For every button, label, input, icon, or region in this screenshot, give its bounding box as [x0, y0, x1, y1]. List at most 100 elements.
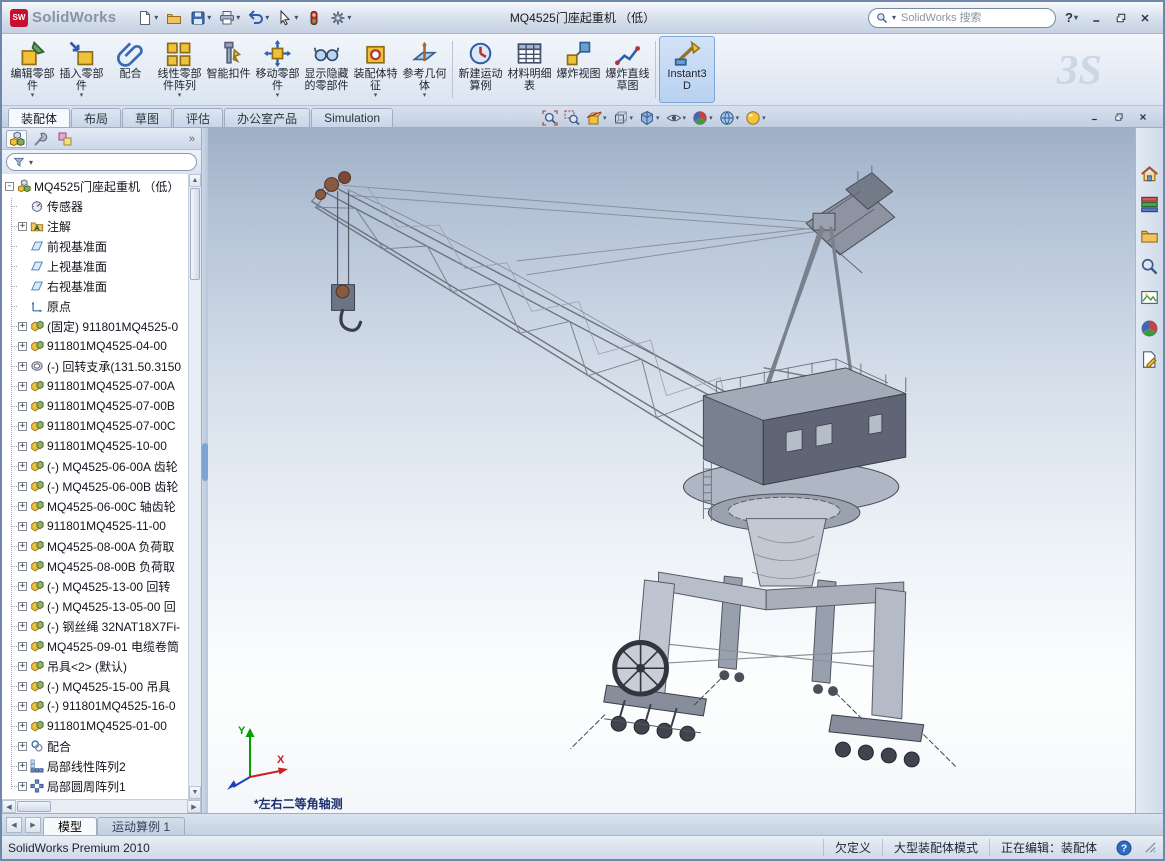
- tree-item[interactable]: +(-) 911801MQ4525-16-0: [5, 696, 188, 716]
- tree-item[interactable]: +(-) MQ4525-13-00 回转: [5, 576, 188, 596]
- document-minimize-button[interactable]: [1086, 109, 1103, 124]
- tree-item[interactable]: 前视基准面: [5, 236, 188, 256]
- tree-root[interactable]: -MQ4525门座起重机 （低）: [5, 176, 188, 196]
- tree-item[interactable]: +MQ4525-09-01 电缆卷筒: [5, 636, 188, 656]
- tab-propertymanager[interactable]: [30, 130, 51, 148]
- search-box[interactable]: ▾: [868, 8, 1056, 28]
- view-orientation-button[interactable]: ▾: [611, 108, 636, 127]
- expand-toggle[interactable]: +: [18, 642, 27, 651]
- tree-item[interactable]: +911801MQ4525-04-00: [5, 336, 188, 356]
- search-input[interactable]: [899, 11, 1048, 25]
- tab-featuremanager[interactable]: [6, 130, 27, 148]
- view-settings-button[interactable]: ▾: [743, 108, 768, 127]
- search-button[interactable]: [1138, 255, 1161, 277]
- zoom-to-area-button[interactable]: [562, 108, 582, 127]
- expand-toggle[interactable]: +: [18, 522, 27, 531]
- display-style-button[interactable]: ▾: [637, 108, 662, 127]
- expand-toggle[interactable]: +: [18, 322, 27, 331]
- assembly-features-button[interactable]: 装配体特征▾: [351, 36, 400, 103]
- tree-item[interactable]: +(-) MQ4525-13-05-00 回: [5, 596, 188, 616]
- expand-toggle[interactable]: +: [18, 482, 27, 491]
- save-button[interactable]: ▾: [187, 6, 214, 30]
- close-button[interactable]: [1135, 9, 1155, 27]
- appearances-scenes-button[interactable]: [1138, 317, 1161, 339]
- search-dropdown-icon[interactable]: ▾: [892, 13, 896, 22]
- expand-toggle[interactable]: +: [18, 362, 27, 371]
- custom-properties-button[interactable]: [1138, 348, 1161, 370]
- tab-scroll-right-button[interactable]: ▶: [25, 817, 41, 833]
- new-document-button[interactable]: ▾: [134, 6, 161, 30]
- zoom-to-fit-button[interactable]: [540, 108, 560, 127]
- tree-item[interactable]: +吊具<2> (默认): [5, 656, 188, 676]
- view-palette-button[interactable]: [1138, 286, 1161, 308]
- expand-toggle[interactable]: +: [18, 402, 27, 411]
- tree-item[interactable]: +配合: [5, 736, 188, 756]
- graphics-viewport[interactable]: Y X *左右二等角轴测: [208, 128, 1135, 813]
- hide-show-items-button[interactable]: ▾: [664, 108, 689, 127]
- tree-item[interactable]: 上视基准面: [5, 256, 188, 276]
- expand-toggle[interactable]: +: [18, 602, 27, 611]
- file-explorer-button[interactable]: [1138, 224, 1161, 246]
- tree-item[interactable]: 传感器: [5, 196, 188, 216]
- reference-geometry-button[interactable]: 参考几何体▾: [400, 36, 449, 103]
- expand-toggle[interactable]: +: [18, 622, 27, 631]
- tree-item[interactable]: 原点: [5, 296, 188, 316]
- scroll-up-arrow[interactable]: ▲: [189, 174, 201, 187]
- filter-dropdown-icon[interactable]: ▾: [29, 158, 33, 167]
- explode-line-sketch-button[interactable]: 爆炸直线草图: [603, 36, 652, 103]
- tree-item[interactable]: +911801MQ4525-07-00B: [5, 396, 188, 416]
- expand-toggle[interactable]: +: [18, 422, 27, 431]
- section-view-button[interactable]: ▾: [584, 108, 609, 127]
- tree-item[interactable]: +911801MQ4525-07-00C: [5, 416, 188, 436]
- tree-item[interactable]: +911801MQ4525-07-00A: [5, 376, 188, 396]
- show-hidden-components-button[interactable]: 显示隐藏的零部件: [302, 36, 351, 103]
- expand-toggle[interactable]: +: [18, 502, 27, 511]
- tree-item[interactable]: +局部圆周阵列1: [5, 776, 188, 796]
- expand-toggle[interactable]: +: [18, 762, 27, 771]
- expand-toggle[interactable]: +: [18, 742, 27, 751]
- tree-item[interactable]: +(-) 回转支承(131.50.3150: [5, 356, 188, 376]
- expand-toggle[interactable]: +: [18, 682, 27, 691]
- tab-scroll-left-button[interactable]: ◀: [6, 817, 22, 833]
- document-restore-button[interactable]: [1110, 109, 1127, 124]
- scroll-thumb[interactable]: [190, 188, 200, 280]
- sw-resources-button[interactable]: [1138, 162, 1161, 184]
- rebuild-button[interactable]: [303, 6, 325, 30]
- scroll-left-arrow[interactable]: ◀: [2, 800, 16, 813]
- scroll-thumb[interactable]: [17, 801, 51, 812]
- select-button[interactable]: ▾: [274, 6, 301, 30]
- expand-toggle[interactable]: +: [18, 382, 27, 391]
- tab-motion-study-1[interactable]: 运动算例 1: [97, 817, 185, 835]
- help-button[interactable]: ?▾: [1060, 10, 1083, 25]
- tree-item[interactable]: +(固定) 911801MQ4525-0: [5, 316, 188, 336]
- expand-toggle[interactable]: +: [18, 462, 27, 471]
- tab-assembly[interactable]: 装配体: [8, 108, 70, 127]
- expand-toggle[interactable]: +: [18, 222, 27, 231]
- tab-simulation[interactable]: Simulation: [311, 108, 393, 127]
- scroll-track[interactable]: [189, 281, 201, 786]
- undo-button[interactable]: ▾: [245, 6, 272, 30]
- design-library-button[interactable]: [1138, 193, 1161, 215]
- tree-item[interactable]: +(-) MQ4525-15-00 吊具: [5, 676, 188, 696]
- tab-evaluate[interactable]: 评估: [173, 108, 223, 127]
- tree-item[interactable]: +局部线性阵列2: [5, 756, 188, 776]
- edit-appearance-button[interactable]: ▾: [690, 108, 715, 127]
- expand-toggle[interactable]: +: [18, 662, 27, 671]
- tab-sketch[interactable]: 草图: [122, 108, 172, 127]
- tree-filter[interactable]: ▾: [6, 153, 197, 171]
- tree-item[interactable]: +MQ4525-08-00A 负荷取: [5, 536, 188, 556]
- tree-item[interactable]: +注解: [5, 216, 188, 236]
- tree-vertical-scrollbar[interactable]: ▲ ▼: [188, 174, 201, 799]
- open-button[interactable]: [163, 6, 185, 30]
- expand-toggle[interactable]: +: [18, 342, 27, 351]
- linear-component-pattern-button[interactable]: 线性零部件阵列▾: [155, 36, 204, 103]
- tree-item[interactable]: +(-) MQ4525-06-00B 齿轮: [5, 476, 188, 496]
- mate-button[interactable]: 配合: [106, 36, 155, 103]
- print-button[interactable]: ▾: [216, 6, 243, 30]
- expand-toggle[interactable]: +: [18, 442, 27, 451]
- tab-configurationmanager[interactable]: [54, 130, 75, 148]
- edit-component-button[interactable]: 编辑零部件▾: [8, 36, 57, 103]
- instant3d-button[interactable]: Instant3D: [659, 36, 715, 103]
- tab-layout[interactable]: 布局: [71, 108, 121, 127]
- tab-model[interactable]: 模型: [43, 817, 97, 835]
